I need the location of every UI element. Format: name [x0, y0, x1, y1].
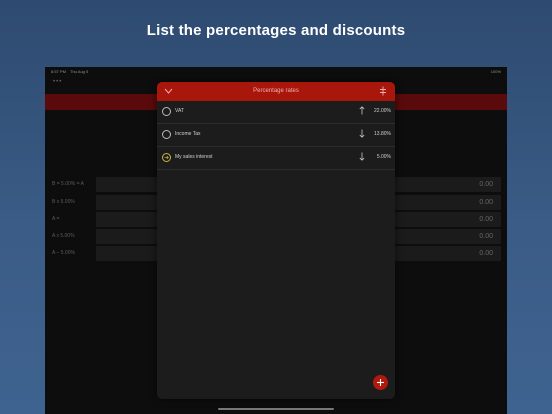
- add-rate-button[interactable]: [373, 375, 388, 390]
- rate-row-vat[interactable]: VAT 22.00%: [157, 101, 395, 124]
- rate-value: 5.00%: [376, 154, 391, 160]
- rate-row-income-tax[interactable]: Income Tax 13.80%: [157, 124, 395, 147]
- home-indicator: [218, 408, 334, 410]
- rate-name: Income Tax: [175, 131, 201, 137]
- radio-circle-icon[interactable]: [162, 130, 171, 139]
- headline: List the percentages and discounts: [146, 22, 406, 39]
- tablet-screen: 8:57 PM Thu Aug 5 100% ••• B = 5.00% = A…: [45, 67, 507, 414]
- rate-value: 13.80%: [374, 131, 391, 137]
- selected-radio-icon[interactable]: [162, 153, 171, 162]
- arrow-right-icon: [164, 155, 169, 160]
- arrow-up-icon: [359, 106, 365, 115]
- radio-circle-icon[interactable]: [162, 107, 171, 116]
- arrow-down-icon: [359, 129, 365, 138]
- rate-row-my-sales-interest[interactable]: My sales interest 5.00%: [157, 147, 395, 170]
- rate-name: My sales interest: [175, 154, 213, 160]
- sort-icon[interactable]: [379, 86, 387, 96]
- rate-name: VAT: [175, 108, 184, 114]
- plus-icon: [377, 379, 384, 386]
- arrow-down-icon: [359, 152, 365, 161]
- percentage-rates-sheet: Percentage rates VAT 22.00% Income Tax 1…: [157, 82, 395, 399]
- sheet-title: Percentage rates: [253, 88, 299, 94]
- rate-value: 22.00%: [374, 108, 391, 114]
- sheet-header: Percentage rates: [157, 82, 395, 101]
